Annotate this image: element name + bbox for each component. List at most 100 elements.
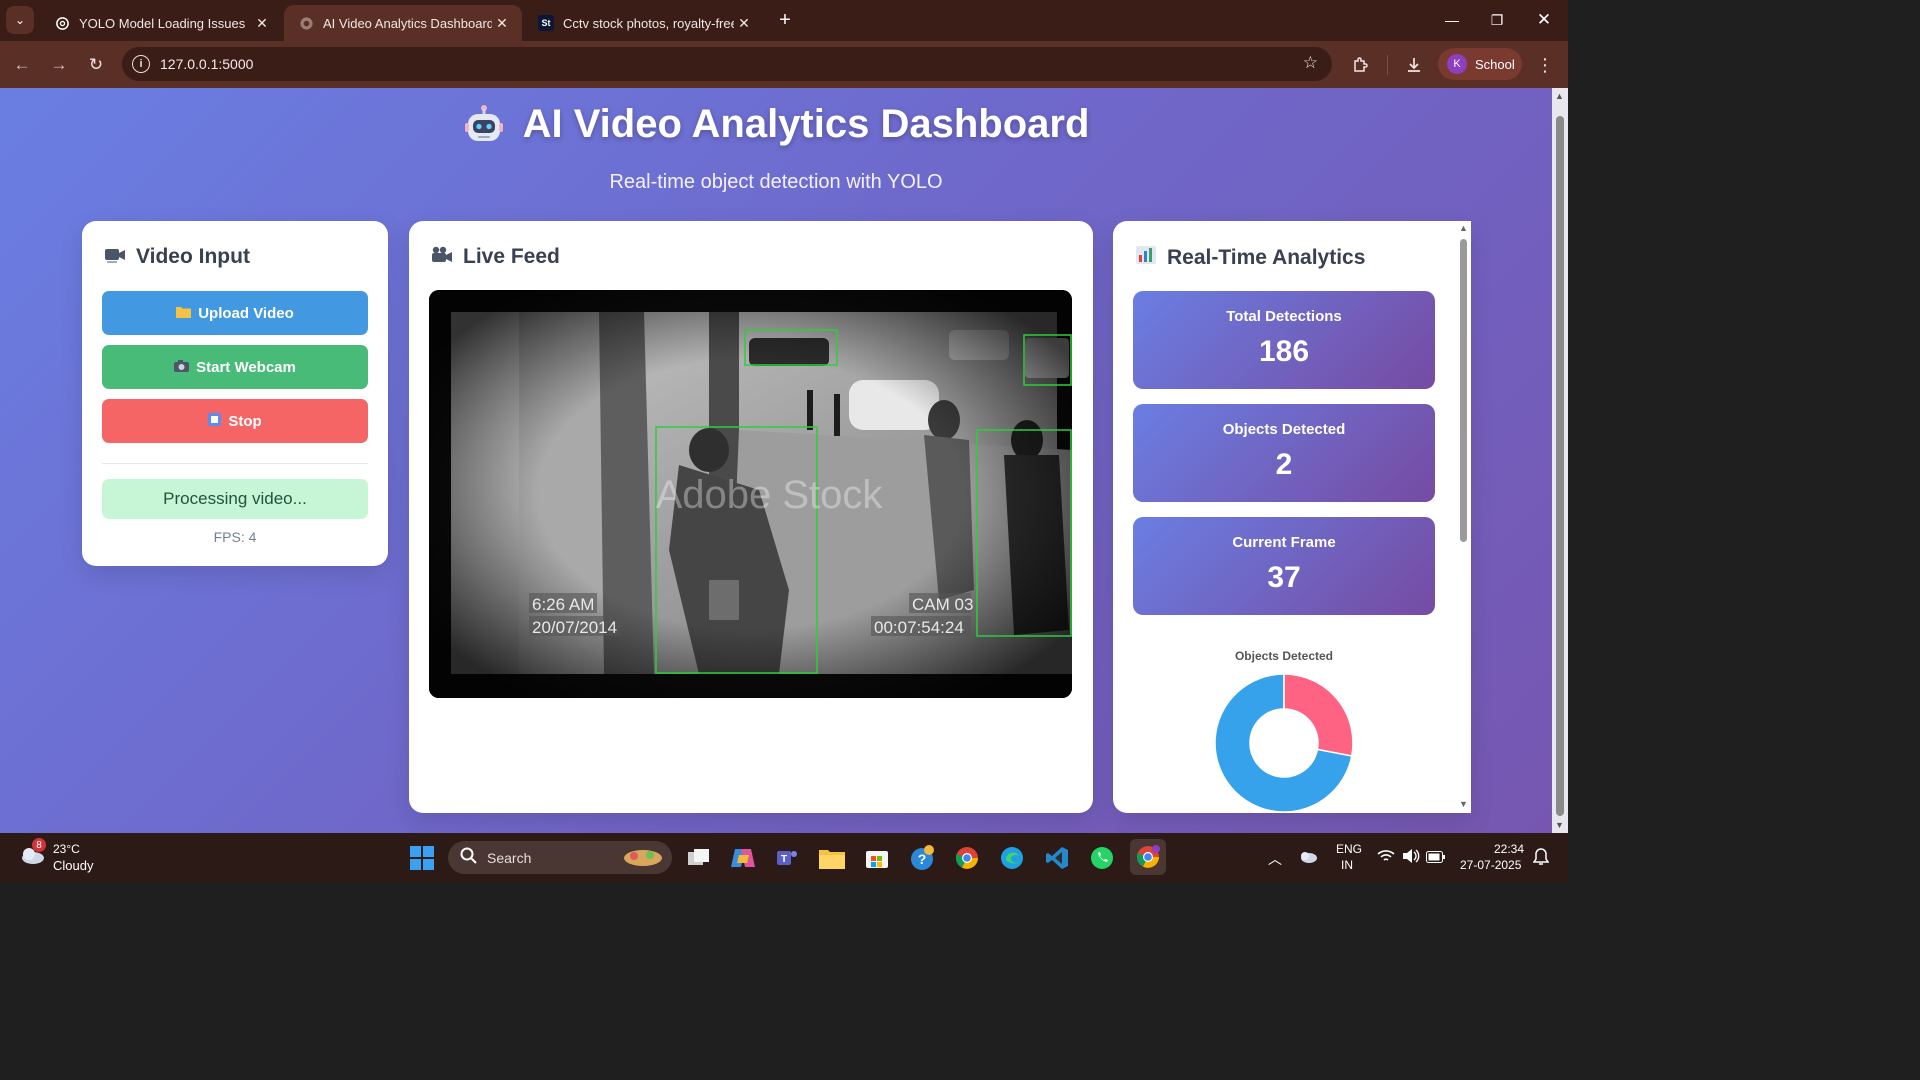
volume-icon[interactable] (1402, 848, 1420, 869)
taskbar-search[interactable]: Search (448, 841, 672, 874)
start-webcam-button[interactable]: Start Webcam (102, 345, 368, 389)
svg-text:T: T (781, 854, 787, 865)
clock-time[interactable]: 22:34 (1494, 842, 1524, 857)
analytics-heading-text: Real-Time Analytics (1167, 245, 1366, 269)
stat-value: 37 (1267, 561, 1301, 594)
download-icon[interactable] (1401, 52, 1427, 78)
windows-start-icon[interactable] (410, 846, 434, 875)
folder-icon (176, 305, 192, 321)
onedrive-icon[interactable] (1298, 849, 1318, 868)
tab-title: Cctv stock photos, royalty-free (563, 15, 734, 31)
toolbar-divider (1387, 55, 1388, 75)
scroll-down-arrow[interactable]: ▼ (1459, 799, 1468, 809)
close-icon[interactable]: ✕ (492, 13, 512, 33)
upload-video-button[interactable]: Upload Video (102, 291, 368, 335)
tab-title: AI Video Analytics Dashboard (323, 15, 492, 31)
back-button[interactable]: ← (9, 52, 35, 78)
objects-donut-chart (1214, 673, 1354, 813)
video-camera-icon (104, 246, 126, 269)
page-subtitle: Real-time object detection with YOLO (609, 170, 943, 193)
weather-cloud-icon[interactable]: 8 (18, 838, 46, 866)
svg-text:?: ? (918, 851, 927, 867)
stop-icon (208, 413, 222, 429)
profile-button[interactable]: K School (1438, 48, 1522, 80)
upload-video-label: Upload Video (198, 304, 294, 322)
microsoft-store-icon[interactable] (862, 843, 892, 873)
whatsapp-icon[interactable] (1087, 843, 1117, 873)
vscode-icon[interactable] (1042, 843, 1072, 873)
task-view-icon[interactable] (684, 843, 714, 873)
page-viewport: AI Video Analytics Dashboard Real-time o… (0, 88, 1568, 833)
analytics-card: Real-Time Analytics Total Detections 186… (1113, 221, 1471, 813)
objects-detected-stat: Objects Detected 2 (1133, 404, 1435, 502)
scroll-thumb[interactable] (1556, 116, 1564, 816)
forward-button[interactable]: → (46, 52, 72, 78)
overlay-date: 20/07/2014 (532, 618, 617, 637)
wifi-icon[interactable] (1377, 849, 1395, 868)
overlay-cam: CAM 03 (912, 595, 973, 614)
page-scrollbar[interactable]: ▲ ▼ (1552, 88, 1568, 833)
profile-name: School (1475, 56, 1515, 72)
scroll-down-arrow[interactable]: ▼ (1555, 820, 1564, 830)
minimize-button[interactable]: — (1436, 8, 1468, 32)
battery-icon[interactable] (1426, 850, 1446, 868)
new-tab-button[interactable]: + (774, 8, 796, 32)
weather-desc: Cloudy (53, 858, 94, 873)
page-header: AI Video Analytics Dashboard Real-time o… (0, 102, 1552, 194)
edge-icon[interactable] (997, 843, 1027, 873)
stat-label: Current Frame (1232, 534, 1336, 551)
teams-icon[interactable]: T (772, 843, 802, 873)
extensions-icon[interactable] (1347, 52, 1373, 78)
video-input-card: Video Input Upload Video Start Webcam St… (82, 221, 388, 566)
scroll-up-arrow[interactable]: ▲ (1555, 91, 1564, 101)
clock-date[interactable]: 27-07-2025 (1460, 858, 1521, 873)
language-bottom[interactable]: IN (1341, 858, 1353, 873)
close-icon[interactable]: ✕ (734, 13, 754, 33)
weather-temp: 23°C (53, 842, 80, 856)
help-icon[interactable]: ? (907, 843, 937, 873)
donut-slice-1[interactable] (1283, 673, 1354, 757)
restore-button[interactable]: ❐ (1481, 8, 1513, 32)
windows-taskbar: 8 23°C Cloudy Search T ? ︿ ENG IN 22:34 … (0, 833, 1568, 882)
language-top[interactable]: ENG (1336, 842, 1362, 857)
search-highlight-icon (622, 846, 664, 868)
close-icon[interactable]: ✕ (252, 13, 272, 33)
openai-icon (54, 15, 70, 31)
reload-button[interactable]: ↻ (83, 52, 109, 78)
search-icon (460, 847, 477, 869)
search-placeholder: Search (487, 849, 532, 866)
stop-button[interactable]: Stop (102, 399, 368, 443)
tab-search-button[interactable]: ⌄ (6, 6, 34, 34)
address-bar[interactable]: i 127.0.0.1:5000 ☆ (122, 47, 1332, 81)
globe-icon (298, 15, 314, 31)
bookmark-star-icon[interactable]: ☆ (1303, 53, 1318, 73)
tab-dashboard[interactable]: AI Video Analytics Dashboard ✕ (284, 5, 522, 41)
copilot-icon[interactable] (728, 843, 758, 873)
bar-chart-icon (1135, 245, 1157, 270)
live-feed-heading: Live Feed (431, 245, 560, 269)
tab-title: YOLO Model Loading Issues (79, 15, 246, 31)
adobe-stock-icon: St (538, 15, 554, 31)
file-explorer-icon[interactable] (817, 843, 847, 873)
scroll-up-arrow[interactable]: ▲ (1459, 223, 1468, 233)
chevron-up-icon[interactable]: ︿ (1268, 849, 1282, 869)
close-window-button[interactable]: ✕ (1528, 8, 1560, 32)
analytics-scrollbar[interactable]: ▲ ▼ (1455, 221, 1471, 813)
site-info-icon[interactable]: i (132, 55, 150, 73)
more-menu-icon[interactable]: ⋮ (1532, 52, 1558, 78)
browser-toolbar: ← → ↻ i 127.0.0.1:5000 ☆ K School ⋮ (0, 41, 1568, 88)
tab-yolo-issues[interactable]: YOLO Model Loading Issues ✕ (40, 5, 282, 41)
scroll-thumb[interactable] (1460, 239, 1467, 542)
chrome-profile-icon[interactable] (1130, 839, 1166, 875)
overlay-time: 6:26 AM (532, 595, 594, 614)
stop-label: Stop (228, 412, 262, 430)
tab-cctv-stock[interactable]: St Cctv stock photos, royalty-free ✕ (524, 5, 764, 41)
weather-badge: 8 (32, 838, 46, 852)
overlay-timecode: 00:07:54:24 (874, 618, 964, 637)
chrome-icon[interactable] (952, 843, 982, 873)
chevron-down-icon: ⌄ (14, 13, 26, 27)
movie-camera-icon (431, 246, 453, 269)
notifications-icon[interactable] (1532, 848, 1550, 871)
robot-icon (463, 104, 505, 146)
current-frame-stat: Current Frame 37 (1133, 517, 1435, 615)
